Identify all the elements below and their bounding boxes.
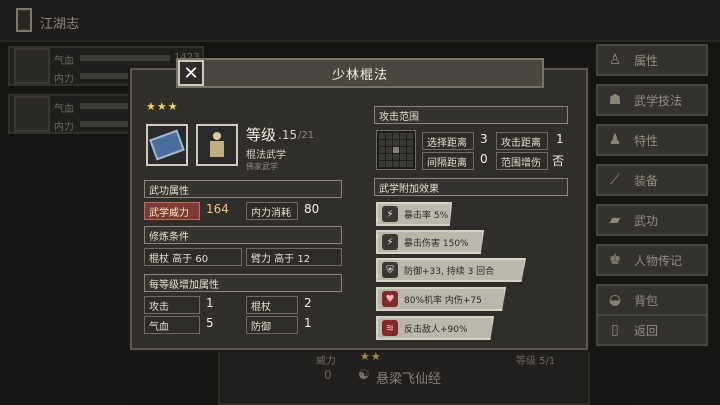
monk-figure-icon [208, 132, 226, 158]
attack-range-grid [376, 130, 416, 170]
effect-crit-rate: ⚡ 暴击率 5% [376, 202, 452, 226]
per-level-header: 每等级增加属性 [144, 274, 342, 292]
power-value: 164 [206, 202, 229, 216]
per-level-qi-label: 气血 [144, 316, 200, 334]
neili-cost-label: 内力消耗 [246, 202, 298, 220]
attr-section-header: 武功属性 [144, 180, 342, 198]
requirement-staff: 棍杖 高于 60 [144, 248, 242, 266]
close-button[interactable]: ✕ [178, 60, 204, 86]
area-damage-value: 否 [552, 154, 565, 168]
area-damage-label: 范围增伤 [496, 152, 548, 170]
power-label: 武学威力 [144, 202, 200, 220]
per-level-qi-value: 5 [206, 316, 214, 330]
shield-icon: ⛨ [382, 262, 398, 278]
effects-header: 武学附加效果 [374, 178, 568, 196]
level-max: /21 [298, 130, 315, 141]
skill-type: 棍法武学 [246, 150, 286, 161]
per-level-attack-label: 攻击 [144, 296, 200, 314]
level-value: .15 [278, 128, 298, 142]
neili-cost-value: 80 [304, 202, 320, 216]
requirements-header: 修炼条件 [144, 226, 342, 244]
level-label: 等级 [246, 126, 277, 144]
counter-icon: ≋ [382, 320, 398, 336]
skill-figure-slot[interactable] [196, 124, 238, 166]
interval-distance-value: 0 [480, 152, 488, 166]
broken-heart-icon: ♥ [382, 291, 398, 307]
per-level-defense-label: 防御 [246, 316, 298, 334]
close-icon: ✕ [183, 62, 199, 84]
effect-counter: ≋ 反击敌人+90% [376, 316, 494, 340]
select-distance-value: 3 [480, 132, 488, 146]
attack-distance-value: 1 [556, 132, 564, 146]
interval-distance-label: 间隔距离 [422, 152, 474, 170]
effect-crit-damage: ⚡ 暴击伤害 150% [376, 230, 484, 254]
skill-book-slot[interactable] [146, 124, 188, 166]
modal-title: 少林棍法 [176, 58, 544, 88]
per-level-staff-label: 棍杖 [246, 296, 298, 314]
effect-internal-injury: ♥ 80%机率 内伤+75 [376, 287, 506, 311]
effect-defense-buff: ⛨ 防御+33, 持续 3 回合 [376, 258, 526, 282]
lightning-icon: ⚡ [382, 234, 398, 250]
select-distance-label: 选择距离 [422, 132, 474, 150]
lightning-icon: ⚡ [382, 206, 398, 222]
range-header: 攻击范围 [374, 106, 568, 124]
skill-source: 佛家武学 [246, 162, 278, 171]
attack-distance-label: 攻击距离 [496, 132, 548, 150]
per-level-staff-value: 2 [304, 296, 312, 310]
skill-stars: ★★★ [146, 100, 179, 113]
requirement-arm-strength: 臂力 高于 12 [246, 248, 342, 266]
book-icon [149, 129, 185, 161]
per-level-defense-value: 1 [304, 316, 312, 330]
per-level-attack-value: 1 [206, 296, 214, 310]
